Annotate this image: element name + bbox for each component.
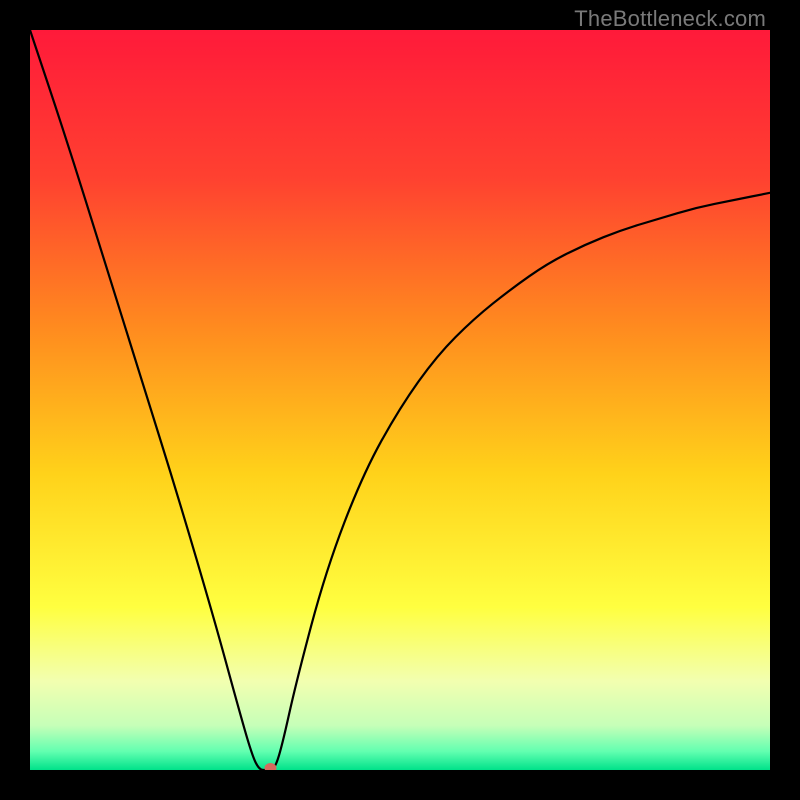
chart-background <box>30 30 770 770</box>
chart-frame <box>30 30 770 770</box>
watermark-text: TheBottleneck.com <box>574 6 766 32</box>
bottleneck-curve-chart <box>30 30 770 770</box>
